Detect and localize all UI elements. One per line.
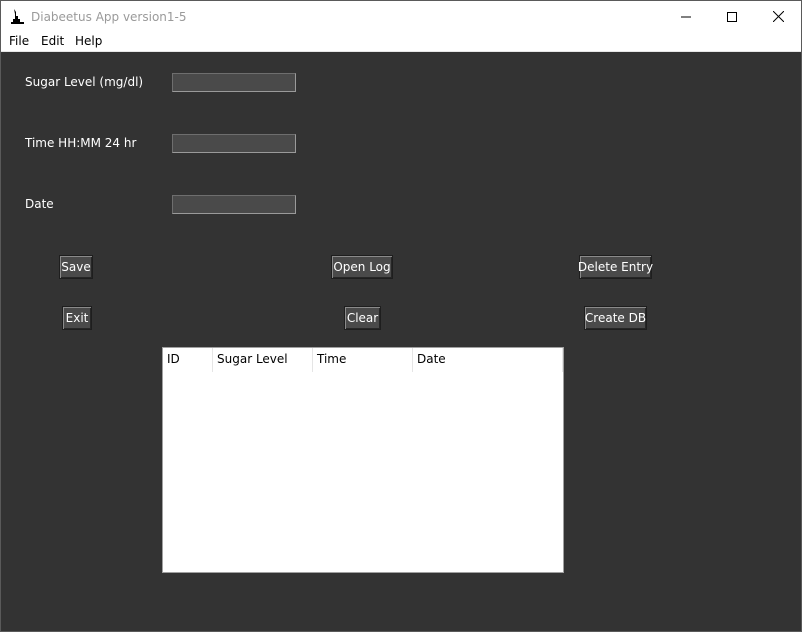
menu-bar: File Edit Help <box>1 32 801 52</box>
exit-button[interactable]: Exit <box>62 306 92 330</box>
log-table[interactable]: ID Sugar Level Time Date <box>162 347 564 573</box>
delete-entry-button[interactable]: Delete Entry <box>578 255 653 279</box>
column-header-id[interactable]: ID <box>163 348 213 372</box>
menu-edit[interactable]: Edit <box>41 34 64 48</box>
menu-file[interactable]: File <box>9 34 29 48</box>
column-header-sugar-level[interactable]: Sugar Level <box>213 348 313 372</box>
close-button[interactable] <box>755 1 801 32</box>
app-window: Diabeetus App version1-5 File Edit Help … <box>0 0 802 632</box>
date-label: Date <box>25 197 54 211</box>
minimize-button[interactable] <box>663 1 709 32</box>
save-button[interactable]: Save <box>59 255 93 279</box>
time-label: Time HH:MM 24 hr <box>25 136 137 150</box>
sugar-level-input[interactable] <box>172 73 296 92</box>
feather-icon <box>11 9 24 24</box>
menu-help[interactable]: Help <box>75 34 102 48</box>
minimize-icon <box>681 16 691 17</box>
close-icon <box>772 11 784 22</box>
date-input[interactable] <box>172 195 296 214</box>
window-title: Diabeetus App version1-5 <box>31 10 187 24</box>
column-header-time[interactable]: Time <box>313 348 413 372</box>
clear-button[interactable]: Clear <box>344 306 381 330</box>
title-bar[interactable]: Diabeetus App version1-5 <box>1 1 801 32</box>
time-input[interactable] <box>172 134 296 153</box>
maximize-icon <box>727 11 737 22</box>
table-header: ID Sugar Level Time Date <box>163 348 563 372</box>
maximize-button[interactable] <box>709 1 755 32</box>
sugar-level-label: Sugar Level (mg/dl) <box>25 75 144 89</box>
column-header-date[interactable]: Date <box>413 348 563 372</box>
open-log-button[interactable]: Open Log <box>331 255 393 279</box>
create-db-button[interactable]: Create DB <box>584 306 647 330</box>
table-body[interactable] <box>163 372 563 572</box>
